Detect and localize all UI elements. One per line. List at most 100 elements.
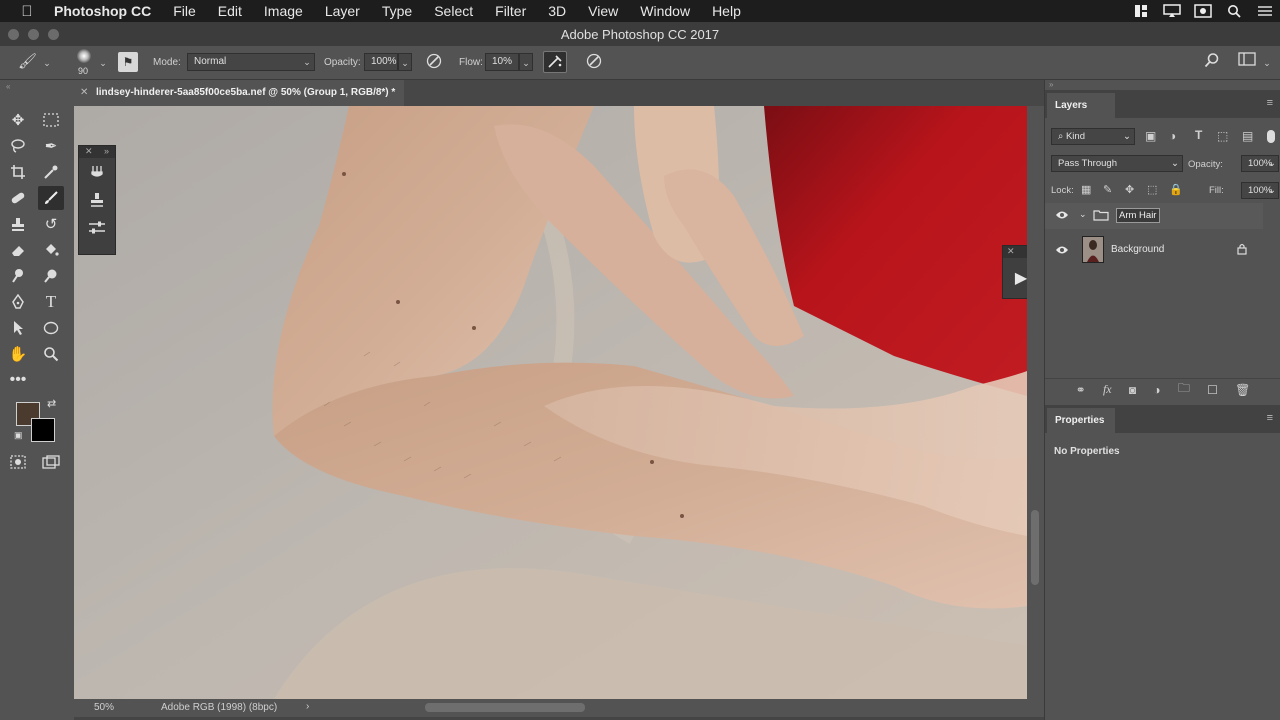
lock-image-icon[interactable]: ✎ (1103, 183, 1112, 196)
flow-dropdown[interactable]: ⌄ (519, 53, 533, 71)
layer-style-fx-icon[interactable]: fx (1103, 382, 1112, 397)
vertical-scroll-thumb[interactable] (1031, 510, 1039, 585)
image-canvas[interactable] (74, 106, 1027, 699)
airplay-icon[interactable] (1156, 4, 1187, 18)
opacity-input[interactable]: 100% (364, 53, 398, 71)
zoom-tool-icon[interactable] (38, 342, 64, 366)
tab-layers[interactable]: Layers (1047, 93, 1115, 118)
flow-input[interactable]: 10% (485, 53, 519, 71)
brush-preset-picker[interactable]: 90 (74, 48, 94, 78)
workspace-dropdown[interactable]: ⌄ (1260, 54, 1274, 72)
new-group-folder-icon[interactable]: 🗀 (1178, 379, 1190, 400)
type-tool-icon[interactable]: T (38, 290, 64, 314)
clone-source-icon[interactable] (79, 186, 115, 214)
quick-mask-icon[interactable] (5, 450, 31, 474)
layer-name-input[interactable]: Arm Hair (1116, 208, 1160, 223)
status-menu-chevron-icon[interactable]: › (306, 701, 309, 712)
blend-mode-select[interactable]: Pass Through ⌄ (1051, 155, 1183, 172)
expand-panel-icon[interactable]: » (104, 146, 109, 158)
lock-position-icon[interactable]: ✥ (1125, 183, 1134, 196)
menu-view[interactable]: View (588, 3, 618, 19)
visibility-eye-icon[interactable] (1055, 210, 1069, 223)
document-tab[interactable]: ✕ lindsey-hinderer-5aa85f00ce5ba.nef @ 5… (74, 80, 404, 106)
quick-selection-tool-icon[interactable]: ✒ (38, 134, 64, 158)
window-grid-icon[interactable] (1125, 4, 1156, 18)
menu-window[interactable]: Window (640, 3, 690, 19)
background-color-swatch[interactable] (31, 418, 55, 442)
add-mask-icon[interactable]: ◙ (1129, 383, 1136, 397)
path-selection-tool-icon[interactable] (5, 316, 31, 340)
swap-colors-icon[interactable]: ⇄ (47, 397, 56, 410)
smudge-tool-icon[interactable] (5, 264, 31, 288)
dodge-tool-icon[interactable] (38, 264, 64, 288)
layer-opacity-input[interactable]: 100% ⌄ (1241, 155, 1279, 172)
lasso-tool-icon[interactable] (5, 134, 31, 158)
marquee-tool-icon[interactable] (38, 108, 64, 132)
minimize-window-button[interactable] (28, 29, 39, 40)
workspace-icon[interactable] (1238, 52, 1256, 70)
expand-group-chevron-icon[interactable]: ⌄ (1079, 209, 1087, 220)
layer-filter-kind[interactable]: ⌕ Kind ⌄ (1051, 128, 1135, 145)
fill-input[interactable]: 100% ⌄ (1241, 182, 1279, 199)
lock-artboard-icon[interactable]: ⬚ (1147, 183, 1157, 196)
brush-panel-icon[interactable]: ⚑ (118, 52, 138, 72)
menu-3d[interactable]: 3D (548, 3, 566, 19)
menu-layer[interactable]: Layer (325, 3, 360, 19)
menu-file[interactable]: File (173, 3, 196, 19)
new-layer-icon[interactable]: ☐ (1207, 383, 1218, 397)
tab-properties[interactable]: Properties (1047, 408, 1115, 433)
panel-collapse-icon[interactable]: « (6, 82, 10, 91)
move-tool-icon[interactable]: ✥ (5, 108, 31, 132)
airbrush-toggle[interactable] (543, 51, 567, 73)
zoom-window-button[interactable] (48, 29, 59, 40)
screen-mode-icon[interactable] (38, 450, 64, 474)
menu-type[interactable]: Type (382, 3, 412, 19)
zoom-level[interactable]: 50% (94, 702, 114, 713)
close-panel-icon[interactable]: ✕ (1007, 246, 1015, 258)
list-icon[interactable] (1249, 5, 1280, 17)
more-tools-icon[interactable]: ••• (5, 368, 31, 392)
link-layers-icon[interactable]: ⚭ (1076, 383, 1086, 397)
menu-select[interactable]: Select (434, 3, 473, 19)
adjustment-layer-icon[interactable]: ◑ (1153, 383, 1160, 397)
horizontal-scroll-thumb[interactable] (425, 703, 585, 712)
healing-brush-tool-icon[interactable] (5, 186, 31, 210)
pressure-size-icon[interactable] (585, 52, 603, 73)
dock-collapse-icon[interactable]: » (1049, 80, 1053, 89)
search-icon[interactable] (1218, 4, 1249, 18)
visibility-eye-icon[interactable] (1055, 245, 1069, 258)
opacity-dropdown[interactable]: ⌄ (398, 53, 412, 71)
tool-preset-dropdown[interactable]: ⌄ (40, 54, 54, 72)
hand-tool-icon[interactable]: ✋ (5, 342, 31, 366)
panel-menu-icon[interactable]: ≡ (1267, 412, 1273, 424)
paint-bucket-tool-icon[interactable] (38, 238, 64, 262)
filter-toggle[interactable] (1267, 130, 1275, 143)
clone-stamp-tool-icon[interactable] (5, 212, 31, 236)
pressure-opacity-icon[interactable] (425, 52, 443, 73)
close-panel-icon[interactable]: ✕ (85, 146, 93, 158)
lock-transparent-icon[interactable]: ▦ (1081, 183, 1091, 196)
menu-edit[interactable]: Edit (218, 3, 242, 19)
brush-picker-dropdown[interactable]: ⌄ (96, 54, 110, 72)
pen-tool-icon[interactable] (5, 290, 31, 314)
mode-select[interactable]: Normal (187, 53, 315, 71)
search-icon[interactable] (1204, 52, 1220, 72)
eyedropper-tool-icon[interactable] (38, 160, 64, 184)
brush-tool-icon[interactable] (38, 186, 64, 210)
type-filter-icon[interactable]: T (1195, 128, 1202, 142)
close-window-button[interactable] (8, 29, 19, 40)
shape-filter-icon[interactable]: ⬚ (1217, 129, 1228, 143)
panel-menu-icon[interactable]: ≡ (1267, 97, 1273, 109)
eraser-tool-icon[interactable] (5, 238, 31, 262)
layer-row-background[interactable]: Background (1045, 234, 1263, 265)
history-brush-tool-icon[interactable]: ↺ (38, 212, 64, 236)
close-tab-icon[interactable]: ✕ (80, 80, 88, 106)
pixel-filter-icon[interactable]: ▣ (1145, 129, 1156, 143)
default-colors-icon[interactable]: ▣ (14, 430, 23, 441)
adjustment-sliders-icon[interactable] (79, 214, 115, 242)
brush-tool-icon[interactable]: 🖌 (18, 52, 37, 70)
menu-filter[interactable]: Filter (495, 3, 526, 19)
smart-object-filter-icon[interactable]: ▤ (1242, 129, 1253, 143)
record-icon[interactable] (1187, 4, 1218, 18)
vertical-scrollbar[interactable] (1027, 106, 1044, 699)
